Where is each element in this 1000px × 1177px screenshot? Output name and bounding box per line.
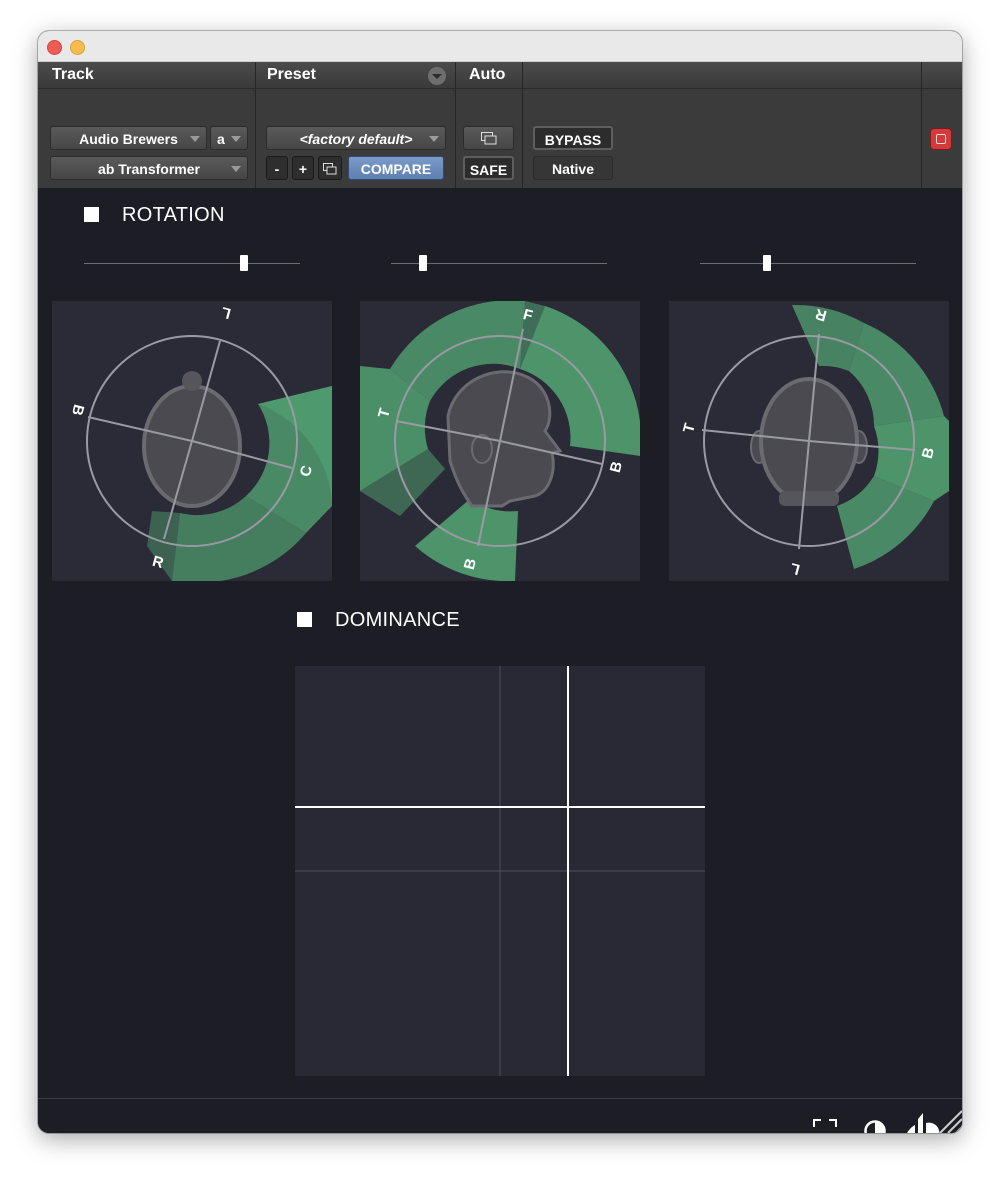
top-view-diagram: L B C R bbox=[68, 303, 332, 581]
automation-enable-button[interactable] bbox=[463, 126, 514, 150]
channel-name: a bbox=[217, 131, 225, 147]
slider-thumb[interactable] bbox=[239, 255, 248, 271]
rotation-slider-3[interactable] bbox=[700, 255, 916, 271]
axis-label: L bbox=[219, 303, 232, 322]
rotation-title: ROTATION bbox=[122, 204, 225, 226]
minimize-window-button[interactable] bbox=[70, 40, 85, 55]
header-divider bbox=[455, 62, 456, 188]
channel-selector[interactable]: a bbox=[210, 126, 248, 150]
rotation-slider-2[interactable] bbox=[391, 255, 607, 271]
side-view-diagram: F T B B bbox=[360, 301, 640, 581]
bypass-button[interactable]: BYPASS bbox=[533, 126, 613, 150]
safe-button[interactable]: SAFE bbox=[463, 156, 514, 180]
plugin-window: Track Preset Auto Audio Brewers a ab Tra… bbox=[38, 31, 962, 1133]
axis-label: R bbox=[150, 553, 165, 572]
slider-thumb[interactable] bbox=[762, 255, 771, 271]
rotation-slider-1[interactable] bbox=[84, 255, 300, 271]
fullscreen-icon bbox=[813, 1119, 837, 1127]
copy-settings-button[interactable] bbox=[318, 156, 342, 180]
native-indicator[interactable]: Native bbox=[533, 156, 613, 180]
rotation-top-view-panel[interactable]: L B C R bbox=[52, 301, 332, 581]
track-selector[interactable]: Audio Brewers bbox=[50, 126, 207, 150]
slider-thumb[interactable] bbox=[419, 255, 428, 271]
theme-toggle-button[interactable] bbox=[863, 1119, 887, 1133]
rotation-front-view-panel[interactable]: R T B L bbox=[669, 301, 949, 581]
axis-label: B bbox=[607, 460, 626, 475]
previous-preset-button[interactable]: - bbox=[266, 156, 288, 180]
plugin-name: ab Transformer bbox=[98, 161, 200, 177]
target-insert-button[interactable] bbox=[930, 128, 952, 150]
host-header: Track Preset Auto Audio Brewers a ab Tra… bbox=[38, 62, 962, 188]
plugin-content: ROTATION L B C R F T B B R T B L DOMINAN… bbox=[38, 188, 962, 1133]
preset-menu-button[interactable] bbox=[428, 67, 446, 85]
compare-button[interactable]: COMPARE bbox=[348, 156, 444, 180]
rotation-side-view-panel[interactable]: F T B B bbox=[360, 301, 640, 581]
preset-label: Preset bbox=[267, 66, 316, 83]
resize-handle[interactable] bbox=[934, 1105, 962, 1133]
dominance-pad[interactable] bbox=[295, 666, 705, 1076]
auto-label: Auto bbox=[469, 66, 506, 83]
plugin-selector[interactable]: ab Transformer bbox=[50, 156, 248, 180]
contrast-icon bbox=[864, 1120, 886, 1133]
chevron-down-icon bbox=[231, 166, 241, 172]
preset-name: <factory default> bbox=[299, 131, 413, 147]
dominance-grid bbox=[295, 666, 705, 1076]
automation-window-icon bbox=[480, 132, 496, 145]
preset-selector[interactable]: <factory default> bbox=[266, 126, 446, 150]
track-label: Track bbox=[52, 66, 94, 83]
close-window-button[interactable] bbox=[47, 40, 62, 55]
resize-grip-icon bbox=[939, 1110, 962, 1133]
copy-icon bbox=[323, 163, 337, 175]
chevron-down-icon bbox=[429, 136, 439, 142]
axis-label: T bbox=[680, 421, 699, 434]
fullscreen-button[interactable] bbox=[813, 1119, 837, 1133]
header-divider bbox=[522, 62, 523, 188]
chevron-down-icon bbox=[231, 136, 241, 142]
axis-label: B bbox=[68, 402, 87, 417]
track-name: Audio Brewers bbox=[79, 131, 178, 147]
header-divider bbox=[255, 62, 256, 188]
title-bar bbox=[38, 31, 962, 62]
axis-label: L bbox=[788, 559, 801, 578]
chevron-down-icon bbox=[190, 136, 200, 142]
next-preset-button[interactable]: + bbox=[292, 156, 314, 180]
dominance-enable-checkbox[interactable] bbox=[297, 612, 312, 627]
header-divider bbox=[921, 62, 922, 188]
footer-divider bbox=[38, 1098, 962, 1099]
dominance-title: DOMINANCE bbox=[335, 609, 460, 631]
front-view-diagram: R T B L bbox=[680, 305, 949, 578]
rotation-enable-checkbox[interactable] bbox=[84, 207, 99, 222]
